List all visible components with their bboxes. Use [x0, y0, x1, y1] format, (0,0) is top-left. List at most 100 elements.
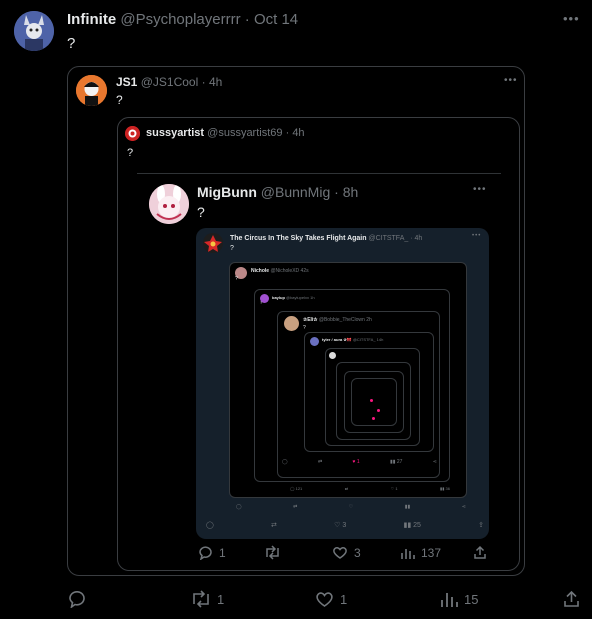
like-count: 1	[356, 459, 360, 465]
avatar[interactable]	[14, 11, 54, 51]
nested-quote-deeper	[336, 362, 411, 440]
like-icon: ♡ 3	[334, 522, 347, 529]
reply-icon: ◯	[236, 504, 242, 510]
avatar	[329, 352, 336, 359]
retweet-count: 1	[217, 591, 225, 607]
timestamp: 1h	[310, 295, 315, 300]
author-name[interactable]: JS1	[116, 75, 137, 89]
reply-icon: ◯ 121	[290, 486, 303, 491]
nested-text: ?	[303, 325, 306, 331]
divider	[137, 173, 501, 174]
separator: ·	[201, 75, 206, 89]
like-count: 3	[342, 522, 347, 529]
like-button[interactable]: 1	[315, 590, 347, 608]
tweet-header: Infinite @Psychoplayerrrr · Oct 14	[67, 11, 298, 28]
retweet-icon: ⇄	[344, 486, 349, 491]
author-handle: @CITSTFA_	[352, 337, 376, 342]
retweet-icon	[193, 590, 209, 608]
author-handle[interactable]: @JS1Cool	[141, 75, 199, 89]
bar-chart-icon	[401, 549, 415, 559]
nested-text: ?	[260, 300, 263, 305]
avatar	[203, 233, 223, 253]
separator: ·	[410, 235, 413, 242]
attached-image[interactable]: The Circus In The Sky Takes Flight Again…	[196, 228, 489, 539]
avatar-image-icon	[149, 184, 189, 224]
share-button[interactable]	[473, 545, 487, 560]
views-count: 27	[396, 459, 403, 465]
quote-text: ?	[116, 93, 123, 107]
retweet-button[interactable]	[264, 545, 287, 560]
nested-text: ?	[235, 276, 238, 282]
author-name: ✰Eli✰	[303, 317, 318, 323]
like-icon: ♡	[348, 504, 354, 510]
nested-header: baylup @baylupelxx 1h	[272, 295, 315, 300]
retweet-icon: ⇄	[271, 522, 277, 529]
views-icon: ▮▮	[404, 504, 411, 510]
timestamp: 2h	[366, 317, 372, 323]
pink-dot	[372, 417, 375, 420]
author-handle: @baylupelxx	[286, 295, 309, 300]
more-options-icon[interactable]: •••	[504, 75, 518, 86]
reply-button[interactable]	[68, 590, 92, 608]
timestamp: 8h	[342, 184, 359, 200]
timestamp: 4h	[292, 127, 305, 139]
reply-icon	[199, 546, 212, 560]
nested-quote-deep	[325, 348, 420, 446]
retweet-icon	[266, 545, 279, 560]
views-count: 25	[413, 522, 421, 529]
nested-header: ✰Eli✰ @Bobbie_TheClown 2h	[303, 317, 372, 323]
author-name: Nichole	[251, 268, 270, 274]
avatar	[310, 337, 319, 346]
views-button[interactable]: 137	[400, 545, 441, 560]
nested-action-bar: ◯ 121 ⇄ ♡ 1 ▮▮ 36	[290, 486, 450, 491]
avatar-image-icon	[76, 75, 107, 106]
author-name[interactable]: MigBunn	[197, 184, 257, 200]
pink-dot	[370, 399, 373, 402]
heart-icon	[333, 547, 347, 559]
like-count: 3	[354, 545, 361, 560]
author-handle[interactable]: @Psychoplayerrrr	[120, 11, 240, 28]
more-options-icon[interactable]: •••	[563, 11, 580, 26]
reply-count: 121	[295, 486, 303, 491]
retweet-button[interactable]: 1	[191, 590, 224, 608]
tweet-text: ?	[67, 35, 76, 52]
image-tweet-text: ?	[230, 245, 234, 252]
nested-action-bar: ◯ ⇄ ♡ ▮▮ ⋖	[236, 504, 466, 510]
quote-header: MigBunn @BunnMig · 8h	[197, 184, 358, 200]
avatar	[76, 75, 107, 106]
views-icon: ▮▮ 36	[440, 486, 450, 491]
more-options-icon[interactable]: •••	[473, 184, 487, 195]
share-icon	[474, 545, 486, 559]
author-name[interactable]: sussyartist	[146, 127, 204, 139]
quoted-tweet-sussyartist[interactable]: sussyartist @sussyartist69 · 4h ? MigBun…	[117, 117, 520, 571]
like-count: 1	[340, 591, 348, 607]
reply-icon: ◯	[282, 459, 288, 465]
views-count: 137	[421, 545, 442, 560]
like-button[interactable]: 3	[332, 545, 361, 560]
avatar	[284, 316, 299, 331]
author-handle: @Bobbie_TheClown	[318, 317, 365, 323]
separator: ·	[285, 127, 290, 139]
nested-quote-core	[351, 378, 397, 426]
author-handle[interactable]: @sussyartist69	[207, 127, 282, 139]
image-tweet-header: The Circus In The Sky Takes Flight Again…	[230, 235, 422, 242]
views-icon: ▮▮ 27	[389, 459, 403, 465]
heart-icon	[316, 592, 333, 607]
share-button[interactable]	[563, 590, 580, 608]
separator: ·	[334, 184, 339, 200]
author-handle[interactable]: @BunnMig	[261, 184, 330, 200]
reply-button[interactable]: 1	[198, 545, 226, 560]
nested-quote-nichole: Nichole @NicholeXD 42s ? baylup @baylupe…	[229, 262, 467, 498]
avatar-image-icon	[203, 233, 223, 253]
retweet-icon: ⇄	[317, 459, 323, 465]
quoted-tweet-js1[interactable]: JS1 @JS1Cool · 4h ? ••• sussyartist @sus…	[67, 66, 525, 576]
author-name[interactable]: Infinite	[67, 11, 116, 28]
timestamp[interactable]: Oct 14	[254, 11, 298, 28]
like-count: 1	[395, 486, 398, 491]
share-icon: ⋖	[461, 504, 466, 510]
views-button[interactable]: 15	[440, 590, 478, 608]
quote-header: JS1 @JS1Cool · 4h	[116, 75, 222, 89]
more-options-icon: •••	[472, 233, 482, 239]
author-handle: @CITSTFA_	[368, 235, 409, 242]
author-name: The Circus In The Sky Takes Flight Again	[230, 235, 367, 242]
